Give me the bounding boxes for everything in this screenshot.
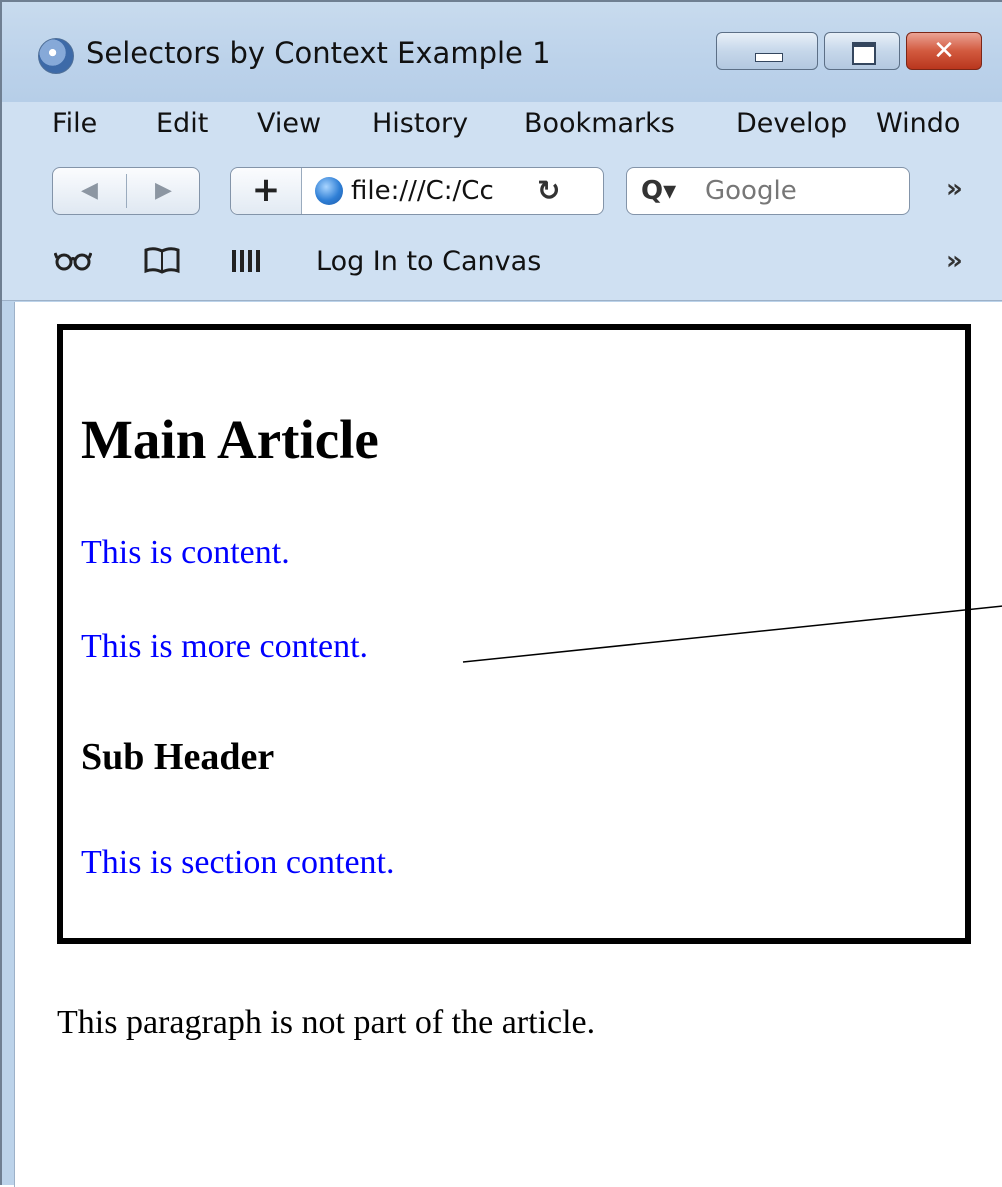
maximize-button[interactable] <box>824 32 900 70</box>
menu-edit[interactable]: Edit <box>156 108 208 139</box>
add-bookmark-button[interactable]: + <box>231 168 302 214</box>
search-input[interactable]: Google <box>705 176 797 206</box>
menu-bar: File Edit View History Bookmarks Develop… <box>2 102 1002 150</box>
toolbar-overflow-icon[interactable]: » <box>946 174 963 204</box>
address-bar[interactable]: + file:///C:/Cc ↻ <box>230 167 604 215</box>
reload-icon[interactable]: ↻ <box>537 174 560 207</box>
page-viewport: Main Article This is content. This is mo… <box>14 302 1002 1187</box>
menu-file[interactable]: File <box>52 108 97 139</box>
menu-window[interactable]: Windo <box>876 108 960 139</box>
bookmarks-book-icon[interactable] <box>144 246 180 281</box>
top-sites-grid-icon[interactable] <box>232 250 260 272</box>
back-button[interactable]: ◀ <box>53 175 126 207</box>
close-icon: ✕ <box>933 36 955 66</box>
minimize-icon <box>755 53 783 62</box>
search-icon[interactable]: Q▾ <box>641 176 676 206</box>
search-bar[interactable]: Q▾ Google <box>626 167 910 215</box>
title-bar[interactable]: Selectors by Context Example 1 ✕ <box>2 2 1002 102</box>
window-title: Selectors by Context Example 1 <box>86 36 551 70</box>
back-forward-group: ◀ ▶ <box>52 167 200 215</box>
browser-window: Selectors by Context Example 1 ✕ File Ed… <box>0 0 1002 1187</box>
minimize-button[interactable] <box>716 32 818 70</box>
menu-bookmarks[interactable]: Bookmarks <box>524 108 675 139</box>
url-text[interactable]: file:///C:/Cc <box>351 176 521 206</box>
bookmark-log-in-to-canvas[interactable]: Log In to Canvas <box>316 246 541 277</box>
navigation-toolbar: ◀ ▶ + file:///C:/Cc ↻ Q▾ Google » <box>2 150 1002 230</box>
reading-list-icon[interactable] <box>53 248 93 279</box>
maximize-icon <box>852 42 876 65</box>
bookmarks-bar: Log In to Canvas » <box>2 230 1002 301</box>
bookmarks-overflow-icon[interactable]: » <box>946 246 963 276</box>
safari-icon <box>38 38 74 74</box>
close-button[interactable]: ✕ <box>906 32 982 70</box>
globe-icon <box>315 177 343 205</box>
forward-button[interactable]: ▶ <box>127 175 200 207</box>
menu-view[interactable]: View <box>257 108 321 139</box>
annotation-line <box>462 605 1002 663</box>
menu-develop[interactable]: Develop <box>736 108 847 139</box>
menu-history[interactable]: History <box>372 108 468 139</box>
